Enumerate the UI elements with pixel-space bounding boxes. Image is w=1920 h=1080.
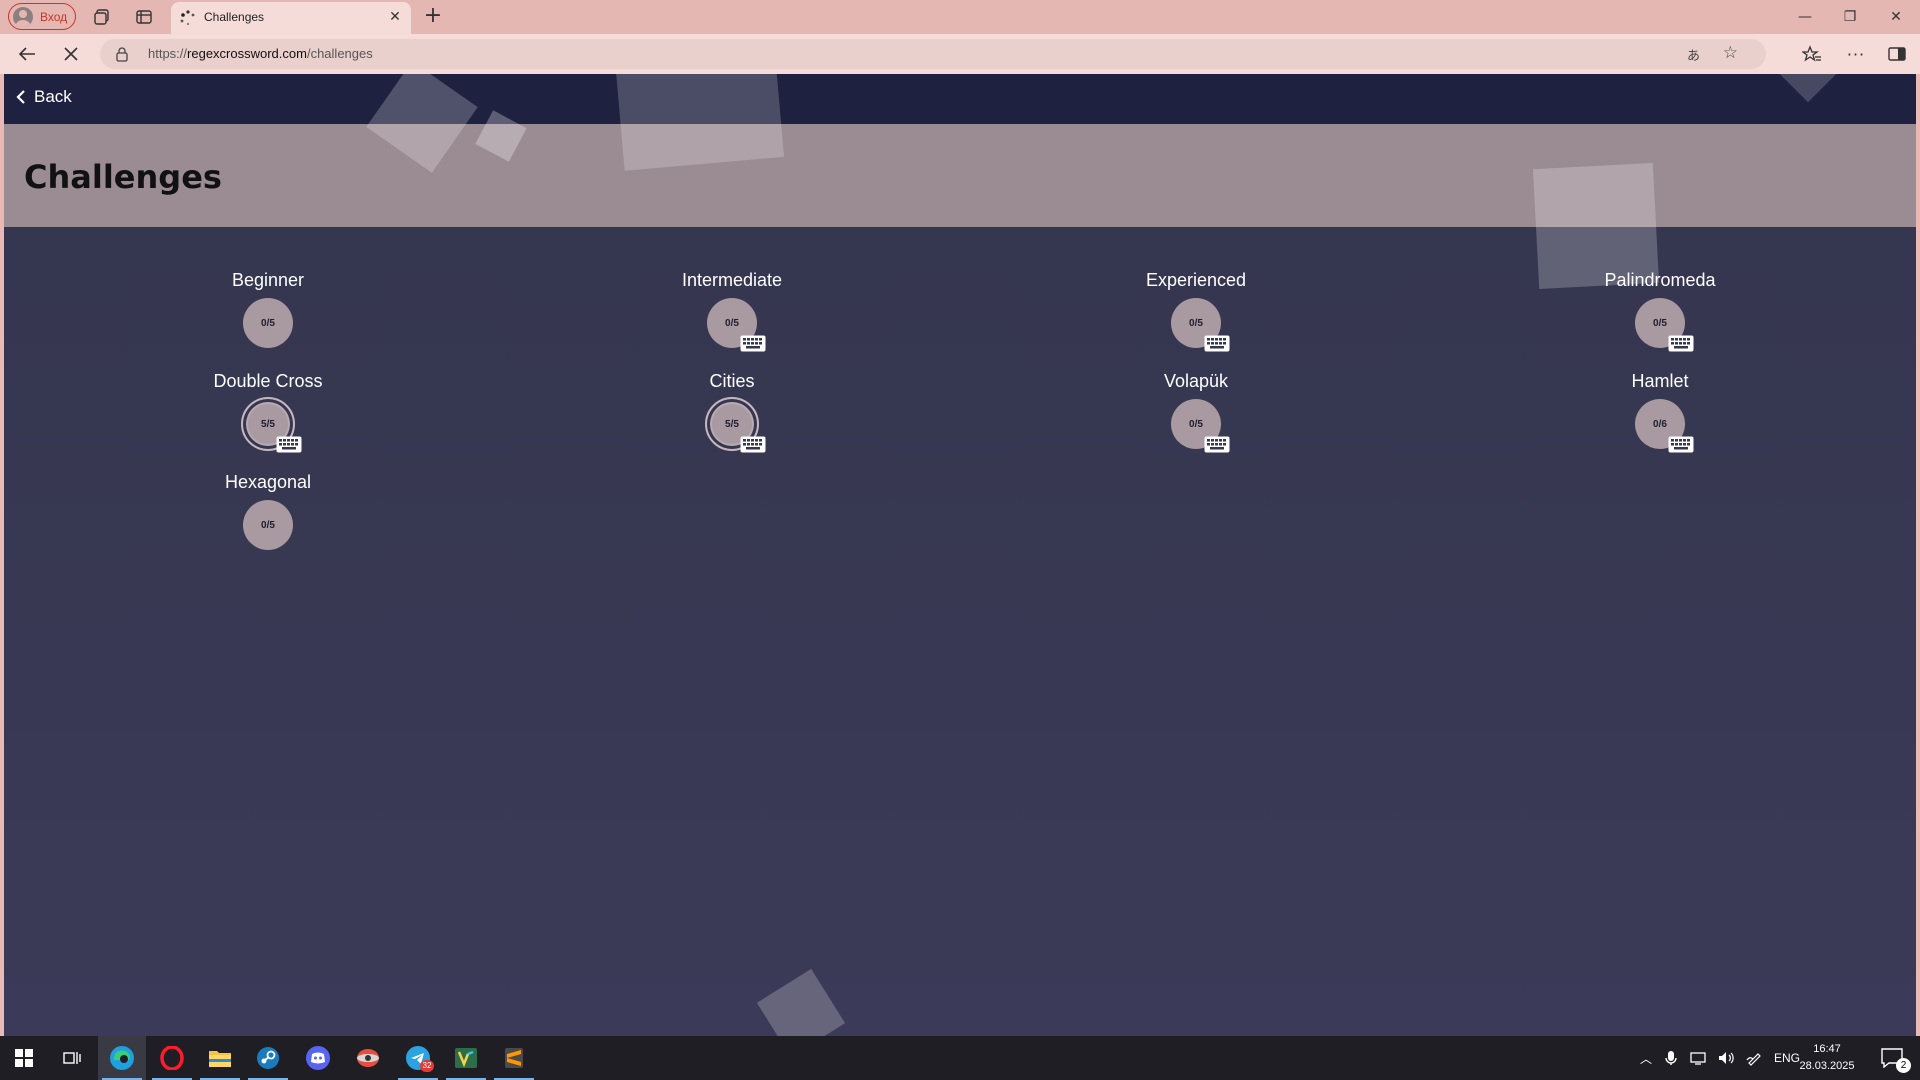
- back-label: Back: [34, 87, 72, 106]
- game-launcher-icon[interactable]: [344, 1036, 392, 1080]
- keyboard-icon: [1668, 335, 1694, 352]
- progress-text: 5/5: [261, 418, 275, 430]
- url-text[interactable]: https://regexcrossword.com/challenges: [148, 46, 373, 61]
- sublime-text-icon[interactable]: [490, 1036, 538, 1080]
- progress-text: 0/6: [1653, 418, 1667, 430]
- challenge-item[interactable]: Palindromeda 0/5: [1510, 270, 1810, 370]
- file-explorer-icon[interactable]: [196, 1036, 244, 1080]
- tray-chevron-up-icon[interactable]: ︿: [1640, 1050, 1652, 1067]
- notification-count: 2: [1896, 1058, 1911, 1073]
- loading-spinner-icon: [180, 10, 195, 26]
- challenge-item[interactable]: Volapük 0/5: [1046, 371, 1346, 471]
- network-icon[interactable]: [1690, 1051, 1706, 1065]
- challenge-item[interactable]: Cities 5/5: [582, 371, 882, 471]
- challenge-name: Hamlet: [1631, 371, 1689, 391]
- progress-text: 0/5: [1189, 317, 1203, 329]
- progress-text: 5/5: [725, 418, 739, 430]
- top-navigation: Back: [4, 74, 1916, 124]
- keyboard-icon: [1204, 335, 1230, 352]
- page-title: Challenges: [24, 158, 222, 196]
- tab-challenges[interactable]: Challenges ✕: [171, 2, 411, 34]
- back-link[interactable]: Back: [16, 87, 72, 107]
- challenge-item[interactable]: Double Cross 5/5: [118, 371, 418, 471]
- address-bar[interactable]: https://regexcrossword.com/challenges あ …: [100, 39, 1766, 69]
- new-tab-button[interactable]: +: [422, 5, 444, 28]
- page-viewport: Challenges Back Beginner 0/5 Intermediate 0…: [4, 74, 1916, 1036]
- progress-text: 0/5: [1189, 418, 1203, 430]
- vector-editor-icon[interactable]: [442, 1036, 490, 1080]
- steam-icon[interactable]: [244, 1036, 292, 1080]
- tab-close-icon[interactable]: ✕: [387, 9, 403, 25]
- chevron-left-icon: [16, 90, 25, 104]
- challenge-name: Intermediate: [681, 270, 783, 290]
- decorative-square: [615, 74, 785, 171]
- keyboard-icon: [276, 436, 302, 453]
- favorites-icon[interactable]: [1801, 43, 1823, 65]
- back-arrow-icon[interactable]: [16, 43, 38, 65]
- opera-browser-icon[interactable]: [148, 1036, 196, 1080]
- microphone-icon[interactable]: [1664, 1050, 1678, 1066]
- clock-time: 16:47: [1813, 1043, 1841, 1055]
- browser-tab-bar: Вход Challenges ✕ + — ❐ ✕: [0, 0, 1920, 34]
- windows-taskbar: 32 ︿ ENG 16:47 28.03.2025 2: [0, 1036, 1920, 1080]
- challenge-name: Cities: [709, 371, 755, 391]
- keyboard-icon: [1668, 436, 1694, 453]
- keyboard-icon: [740, 436, 766, 453]
- progress-text: 0/5: [1653, 317, 1667, 329]
- more-menu-icon[interactable]: ···: [1845, 43, 1867, 65]
- challenge-name: Experienced: [1145, 270, 1247, 290]
- clock-date: 28.03.2025: [1799, 1060, 1855, 1072]
- stop-loading-icon[interactable]: [60, 43, 82, 65]
- challenge-name: Double Cross: [213, 371, 323, 391]
- minimize-button[interactable]: —: [1793, 6, 1817, 28]
- telegram-badge: 32: [420, 1060, 434, 1072]
- profile-avatar-icon: [13, 6, 33, 27]
- telegram-icon[interactable]: 32: [394, 1036, 442, 1080]
- discord-icon[interactable]: [294, 1036, 342, 1080]
- translate-icon[interactable]: あ: [1687, 45, 1700, 64]
- progress-text: 0/5: [261, 317, 275, 329]
- volume-icon[interactable]: [1718, 1051, 1734, 1065]
- challenge-item[interactable]: Beginner 0/5: [118, 270, 418, 370]
- edge-browser-icon[interactable]: [98, 1036, 146, 1080]
- sidebar-toggle-icon[interactable]: [1886, 43, 1908, 65]
- challenge-item[interactable]: Hexagonal 0/5: [118, 472, 418, 572]
- workspaces-icon[interactable]: [92, 7, 112, 27]
- keyboard-icon: [740, 335, 766, 352]
- challenge-item[interactable]: Hamlet 0/6: [1510, 371, 1810, 471]
- progress-circle[interactable]: 0/5: [243, 500, 293, 550]
- challenge-item[interactable]: Experienced 0/5: [1046, 270, 1346, 370]
- close-window-button[interactable]: ✕: [1884, 6, 1908, 28]
- challenge-name: Hexagonal: [224, 472, 312, 492]
- profile-button[interactable]: Вход: [8, 3, 76, 30]
- keyboard-icon: [1204, 436, 1230, 453]
- browser-nav-bar: https://regexcrossword.com/challenges あ …: [0, 34, 1920, 74]
- challenge-item[interactable]: Intermediate 0/5: [582, 270, 882, 370]
- system-tray: ︿ ENG: [1640, 1036, 1800, 1080]
- profile-label: Вход: [40, 9, 68, 24]
- progress-text: 0/5: [725, 317, 739, 329]
- pen-icon[interactable]: [1746, 1050, 1762, 1066]
- notifications-icon[interactable]: 2: [1868, 1036, 1916, 1080]
- restore-button[interactable]: ❐: [1838, 6, 1862, 28]
- challenge-name: Beginner: [231, 270, 305, 290]
- progress-circle[interactable]: 0/5: [243, 298, 293, 348]
- progress-text: 0/5: [261, 519, 275, 531]
- task-view-icon[interactable]: [48, 1036, 96, 1080]
- vertical-tabs-icon[interactable]: [134, 7, 154, 27]
- favorite-star-icon[interactable]: ☆: [1723, 43, 1738, 63]
- tab-title: Challenges: [204, 10, 265, 24]
- challenge-name: Palindromeda: [1604, 270, 1716, 290]
- windows-start-icon[interactable]: [0, 1036, 48, 1080]
- lock-icon[interactable]: [114, 46, 130, 62]
- clock[interactable]: 16:47 28.03.2025: [1792, 1041, 1862, 1075]
- challenge-name: Volapük: [1163, 371, 1229, 391]
